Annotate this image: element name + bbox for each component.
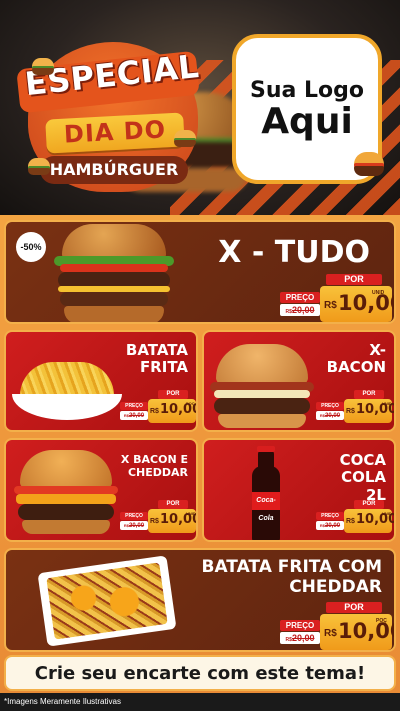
old-price: R$20,00 — [316, 411, 344, 420]
product-name: BATATA FRITA — [125, 341, 188, 377]
price-tag: POR PREÇO R$20,00 R$ 10,00 UNID — [120, 500, 196, 536]
currency: R$ — [346, 518, 355, 525]
unit-label: POÇ — [376, 618, 387, 624]
product-name: BATATA FRITA COM CHEDDAR — [201, 557, 382, 597]
footer-disclaimer: *Imagens Meramente Ilustrativas — [0, 693, 400, 711]
currency: R$ — [150, 518, 159, 525]
old-price: R$20,00 — [120, 411, 148, 420]
currency: R$ — [324, 628, 337, 639]
price-tag: POR PREÇO R$20,00 R$ 10,00 UNID — [276, 274, 394, 322]
unit-label: UNID — [382, 511, 392, 516]
currency: R$ — [346, 408, 355, 415]
logo-text-line1: Sua Logo — [249, 77, 364, 103]
logo-text-line2: Aqui — [261, 100, 353, 142]
preco-label: PREÇO — [120, 512, 148, 520]
x-bacon-image — [210, 344, 314, 428]
title-badge: ESPECIAL DIA DO HAMBÚRGUER — [16, 38, 206, 192]
cta-banner[interactable]: Crie seu encarte com este tema! — [4, 655, 396, 691]
x-bacon-cheddar-image — [14, 450, 118, 534]
cta-text: Crie seu encarte com este tema! — [34, 662, 366, 684]
product-card-x-tudo[interactable]: -50% X - TUDO POR PREÇO R$20,00 R$ 10,00… — [4, 220, 396, 324]
por-label: POR — [158, 390, 188, 399]
burger-icon — [174, 130, 196, 148]
price-tag: POR PREÇO R$20,00 R$ 10,00 UNID — [316, 500, 394, 536]
price-tag: POR PREÇO R$20,00 R$ 10,00 POÇ — [120, 390, 196, 426]
burger-icon — [28, 158, 50, 176]
por-label: POR — [354, 390, 384, 399]
coca-cola-bottle-image: Coca-Cola — [238, 446, 294, 540]
price-value: 10,00 — [338, 619, 394, 643]
discount-badge: -50% — [16, 232, 46, 262]
batata-frita-image — [12, 354, 122, 420]
product-name: X - TUDO — [218, 235, 370, 270]
old-price: R$20,00 — [280, 304, 320, 316]
product-card-batata-frita[interactable]: BATATA FRITA POR PREÇO R$20,00 R$ 10,00 … — [4, 330, 198, 432]
title-hamburguer: HAMBÚRGUER — [49, 160, 179, 179]
price-tag: POR PREÇO R$20,00 R$ 10,00 UNID — [316, 390, 394, 426]
logo-placeholder[interactable]: Sua Logo Aqui — [232, 34, 384, 184]
unit-label: UNID — [186, 511, 196, 516]
product-card-x-bacon-cheddar[interactable]: X BACON E CHEDDAR POR PREÇO R$20,00 R$ 1… — [4, 438, 198, 542]
flyer-page: ESPECIAL DIA DO HAMBÚRGUER Sua Logo Aqui… — [0, 0, 400, 711]
currency: R$ — [150, 408, 159, 415]
preco-label: PREÇO — [316, 402, 344, 410]
old-price: R$20,00 — [280, 632, 320, 644]
coke-label: Coca-Cola — [252, 492, 280, 522]
unit-label: UNID — [382, 401, 392, 406]
por-label: POR — [158, 500, 188, 509]
preco-label: PREÇO — [120, 402, 148, 410]
unit-label: POÇ — [186, 401, 195, 406]
burger-icon — [32, 58, 54, 76]
price-tag: POR PREÇO R$20,00 R$ 10,00 POÇ — [276, 602, 394, 650]
x-tudo-image — [54, 224, 174, 322]
price-value: 10,00 — [338, 291, 394, 315]
currency: R$ — [324, 300, 337, 311]
product-name: COCA COLA 2L — [339, 451, 386, 504]
unit-label: UNID — [372, 290, 385, 296]
old-price: R$20,00 — [316, 521, 344, 530]
batata-cheddar-image — [37, 555, 177, 647]
product-card-x-bacon[interactable]: X- BACON POR PREÇO R$20,00 R$ 10,00 UNID — [202, 330, 396, 432]
preco-label: PREÇO — [280, 292, 320, 303]
preco-label: PREÇO — [280, 620, 320, 631]
por-label: POR — [326, 274, 382, 285]
product-card-coca-cola[interactable]: Coca-Cola COCA COLA 2L POR PREÇO R$20,00… — [202, 438, 396, 542]
header-banner: ESPECIAL DIA DO HAMBÚRGUER Sua Logo Aqui — [0, 0, 400, 215]
product-name: X BACON E CHEDDAR — [120, 453, 188, 479]
product-card-batata-cheddar[interactable]: BATATA FRITA COM CHEDDAR POR PREÇO R$20,… — [4, 548, 396, 652]
old-price: R$20,00 — [120, 521, 148, 530]
por-label: POR — [354, 500, 384, 509]
burger-icon — [354, 152, 384, 178]
preco-label: PREÇO — [316, 512, 344, 520]
product-name: X- BACON — [326, 341, 386, 377]
por-label: POR — [326, 602, 382, 613]
